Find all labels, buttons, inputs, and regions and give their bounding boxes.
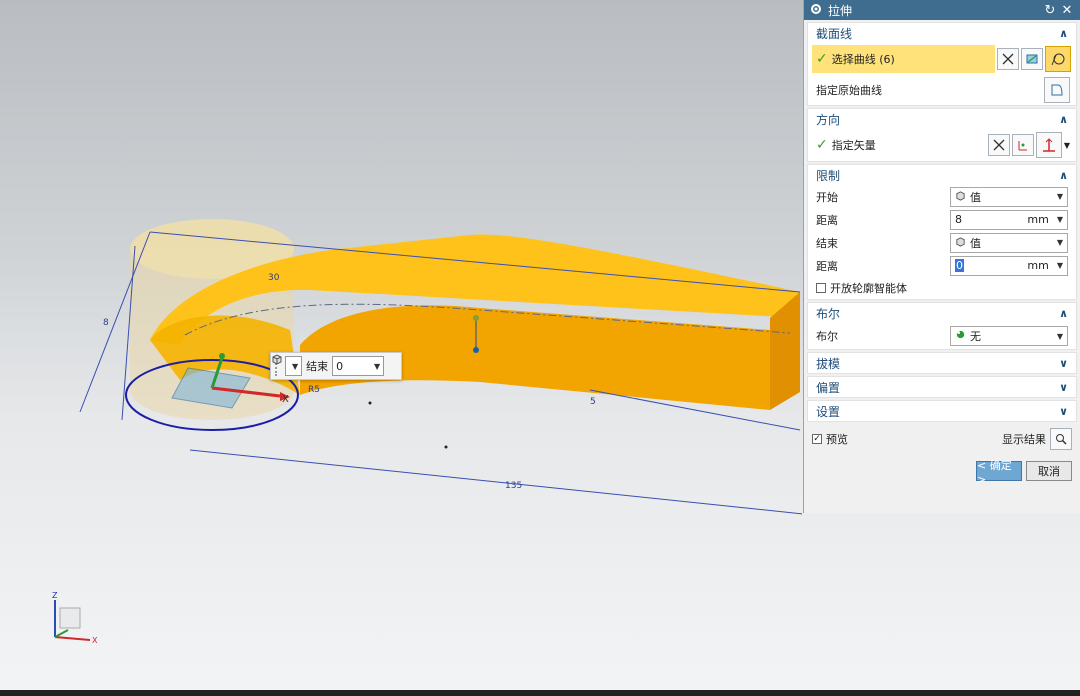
model-canvas: 135 30 8 R5 5 X X Z [52, 219, 802, 645]
limits-group: 限制 ∧ 开始 值 ▼ 距离 8 mm ▼ 结束 值 ▼ 距离 0 mm ▼ 开… [807, 164, 1077, 300]
direction-title: 方向 [816, 112, 841, 127]
boolean-dropdown[interactable]: 无 ▼ [950, 326, 1068, 346]
gear-icon[interactable] [810, 3, 822, 18]
dim-d3-text: R5 [308, 385, 320, 395]
graphics-viewport[interactable]: 135 30 8 R5 5 X X Z ▼ 结束 0 ▼ [0, 0, 802, 696]
limits-header[interactable]: 限制 ∧ [808, 165, 1076, 185]
distance2-unit: mm [1027, 259, 1049, 272]
value-icon [955, 236, 966, 250]
svg-text:Z: Z [52, 591, 58, 600]
section-curve-header[interactable]: 截面线 ∧ [808, 23, 1076, 43]
open-profile-checkbox[interactable] [816, 283, 826, 293]
open-profile-label: 开放轮廓智能体 [830, 282, 907, 295]
distance1-label: 距离 [816, 213, 838, 227]
distance1-unit: mm [1027, 213, 1049, 226]
boolean-label: 布尔 [816, 330, 838, 343]
chevron-up-icon: ∧ [1059, 306, 1068, 320]
mini-toolbar-value: 0 [336, 359, 344, 373]
view-triad: X Z [52, 591, 98, 645]
start-dropdown[interactable]: 值 ▼ [950, 186, 1068, 207]
chevron-down-icon: ∨ [1059, 404, 1068, 418]
mini-toolbar-type-dropdown[interactable]: ▼ [272, 354, 303, 376]
end-label: 结束 [816, 236, 838, 250]
mini-toolbar-value-dropdown[interactable]: 0 ▼ [332, 356, 385, 376]
preview-label: 预览 [826, 433, 848, 446]
specify-vector-label: 指定矢量 [831, 139, 876, 152]
offset-group: 偏置 ∨ [807, 376, 1077, 398]
offset-title: 偏置 [816, 380, 841, 395]
dim-d1-text: 30 [268, 273, 280, 283]
draft-header[interactable]: 拔模 ∨ [808, 353, 1076, 373]
specify-original-curve-button[interactable] [1044, 77, 1070, 103]
end-dropdown[interactable]: 值 ▼ [950, 232, 1068, 253]
chevron-up-icon: ∧ [1059, 112, 1068, 126]
sketch-section-button[interactable] [1021, 48, 1043, 70]
check-icon: ✓ [816, 137, 828, 153]
distance1-value: 8 [955, 213, 962, 226]
vector-constructor-button[interactable] [1011, 134, 1034, 156]
distance2-value: 0 [955, 259, 964, 272]
dim-d4-text: 5 [590, 397, 596, 407]
distance2-label: 距离 [816, 259, 838, 273]
reset-icon[interactable]: ↻ [1043, 3, 1057, 18]
settings-group: 设置 ∨ [807, 400, 1077, 422]
start-label: 开始 [816, 190, 838, 204]
chevron-down-icon: ∨ [1059, 356, 1068, 370]
section-curve-group: 截面线 ∧ ✓ 选择曲线 (6) 指定原始曲线 [807, 22, 1077, 106]
distance2-input[interactable]: 0 mm ▼ [950, 255, 1068, 276]
vector-icon[interactable] [1035, 132, 1062, 158]
distance1-input[interactable]: 8 mm ▼ [950, 209, 1068, 230]
direction-header[interactable]: 方向 ∧ [808, 109, 1076, 129]
extrude-dialog: 拉伸 ↻ ✕ 截面线 ∧ ✓ 选择曲线 (6) 指定原始曲线 方向 ∧ ✓ 指定… [803, 0, 1080, 513]
close-icon[interactable]: ✕ [1060, 3, 1074, 18]
cancel-button[interactable]: 取消 [1026, 461, 1072, 481]
check-icon: ✓ [816, 51, 828, 67]
dialog-title-bar[interactable]: 拉伸 ↻ ✕ [804, 0, 1080, 20]
start-value: 值 [970, 190, 981, 204]
triad-x-label: X [282, 394, 289, 405]
select-curve-field[interactable]: ✓ 选择曲线 (6) [812, 45, 995, 73]
value-icon [955, 190, 966, 204]
draft-group: 拔模 ∨ [807, 352, 1077, 374]
reverse-direction-button[interactable] [987, 134, 1010, 156]
limits-title: 限制 [816, 168, 841, 183]
bottom-edge-bar [0, 690, 1080, 696]
curve-select-icon[interactable] [1045, 46, 1071, 72]
mini-toolbar-label: 结束 [306, 360, 329, 373]
mini-toolbar: ▼ 结束 0 ▼ [270, 352, 402, 380]
boolean-header[interactable]: 布尔 ∧ [808, 303, 1076, 323]
section-curve-title: 截面线 [816, 26, 853, 41]
show-result-label: 显示结果 [1002, 433, 1046, 446]
chevron-up-icon: ∧ [1059, 168, 1068, 182]
offset-header[interactable]: 偏置 ∨ [808, 377, 1076, 397]
settings-header[interactable]: 设置 ∨ [808, 401, 1076, 421]
deselect-curve-button[interactable] [997, 48, 1019, 70]
direction-group: 方向 ∧ ✓ 指定矢量 ▼ [807, 108, 1077, 162]
boolean-group: 布尔 ∧ 布尔 无 ▼ [807, 302, 1077, 350]
draft-title: 拔模 [816, 356, 841, 371]
specify-original-curve-label: 指定原始曲线 [816, 84, 882, 97]
preview-checkbox[interactable]: ✓ [812, 434, 822, 444]
vector-dropdown-caret[interactable]: ▼ [1064, 141, 1070, 150]
dim-d2-text: 8 [103, 318, 109, 328]
boolean-value: 无 [970, 330, 981, 343]
ok-button[interactable]: < 确定 > [976, 459, 1022, 486]
settings-title: 设置 [816, 404, 841, 419]
dialog-title: 拉伸 [828, 3, 853, 18]
magnify-icon[interactable] [1050, 428, 1072, 450]
select-curve-label: 选择曲线 (6) [831, 53, 895, 66]
chevron-down-icon: ∨ [1059, 380, 1068, 394]
boolean-title: 布尔 [816, 306, 841, 321]
chevron-up-icon: ∧ [1059, 26, 1068, 40]
end-value: 值 [970, 236, 981, 250]
svg-text:X: X [92, 636, 98, 645]
dim-length-text: 135 [505, 481, 522, 491]
boolean-icon [955, 329, 966, 343]
